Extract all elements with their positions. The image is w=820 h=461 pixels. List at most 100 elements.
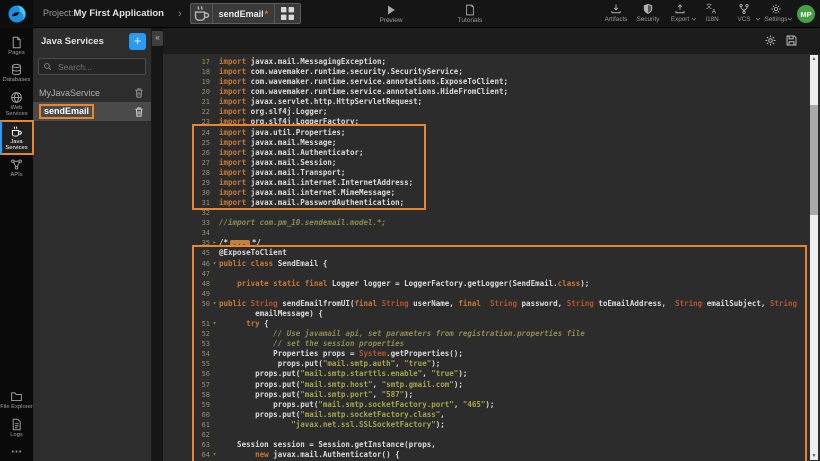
fold-marker-icon[interactable]: ▾: [210, 299, 219, 309]
search-input[interactable]: [56, 61, 141, 73]
panel-title: Java Services: [41, 36, 129, 47]
code-line[interactable]: 17import javax.mail.MessagingException;: [163, 57, 820, 67]
code-line[interactable]: 56 props.put("mail.smtp.starttls.enable"…: [163, 369, 820, 379]
code-text: import org.slf4j.Logger;: [219, 107, 327, 117]
code-line[interactable]: 22import org.slf4j.Logger;: [163, 107, 820, 117]
add-service-button[interactable]: +: [129, 33, 146, 50]
fold-marker-icon[interactable]: ▸: [210, 238, 219, 248]
code-line[interactable]: 55 props.put("mail.smtp.auth", "true");: [163, 359, 820, 369]
line-number: 34: [163, 228, 210, 238]
menu-settings-button[interactable]: Settings: [760, 3, 792, 23]
rail-item-java-services[interactable]: Java Services: [0, 121, 33, 155]
code-line[interactable]: 64▾ new javax.mail.Authenticator() {: [163, 450, 820, 460]
tab-sendemail[interactable]: sendEmail*: [190, 3, 302, 24]
service-name: MyJavaService: [39, 88, 133, 98]
code-line[interactable]: 20import com.wavemaker.runtime.service.a…: [163, 87, 820, 97]
code-line[interactable]: 53 // set the session properties: [163, 339, 820, 349]
code-line[interactable]: 25import javax.mail.Message;: [163, 138, 820, 148]
code-line[interactable]: 58 props.put("mail.smtp.port", "587");: [163, 390, 820, 400]
vcs-icon: [738, 3, 750, 15]
fold-marker-icon[interactable]: ▾: [210, 319, 219, 329]
code-line[interactable]: 31import javax.mail.PasswordAuthenticati…: [163, 198, 820, 208]
code-line[interactable]: 52 // Use javamail api, set parameters f…: [163, 329, 820, 339]
code-line[interactable]: 61 "javax.net.ssl.SSLSocketFactory");: [163, 420, 820, 430]
code-line[interactable]: 18import com.wavemaker.runtime.security.…: [163, 67, 820, 77]
fold-slot: [210, 117, 219, 127]
code-line[interactable]: 63 Session session = Session.getInstance…: [163, 440, 820, 450]
code-line[interactable]: 30import javax.mail.internet.MimeMessage…: [163, 188, 820, 198]
code-line[interactable]: 23import org.slf4j.LoggerFactory;: [163, 117, 820, 127]
code-line[interactable]: 19import com.wavemaker.runtime.service.a…: [163, 77, 820, 87]
code-line[interactable]: 48 private static final Logger logger = …: [163, 279, 820, 289]
editor-settings-icon[interactable]: [764, 34, 777, 47]
panel-collapse-button[interactable]: «: [152, 31, 163, 46]
code-text: import java.util.Properties;: [219, 128, 345, 138]
code-line[interactable]: 29import javax.mail.internet.InternetAdd…: [163, 178, 820, 188]
code-line[interactable]: 26import javax.mail.Authenticator;: [163, 148, 820, 158]
scrollbar-thumb[interactable]: [810, 105, 818, 215]
preview-button[interactable]: Preview: [367, 4, 415, 24]
service-search[interactable]: [38, 58, 146, 75]
code-area[interactable]: 17import javax.mail.MessagingException;1…: [163, 54, 820, 461]
code-line[interactable]: 35▸/*...*/: [163, 238, 820, 248]
rail-item-file-explorer[interactable]: File Explorer: [0, 386, 33, 413]
code-line[interactable]: 24import java.util.Properties;: [163, 128, 820, 138]
rail-item-pages[interactable]: Pages: [0, 32, 33, 59]
menu-export-button[interactable]: Export: [664, 3, 696, 23]
line-number: 26: [163, 148, 210, 158]
service-item-sendemail[interactable]: sendEmail: [33, 102, 151, 121]
service-item-myjavaservice[interactable]: MyJavaService: [33, 83, 151, 102]
tutorials-button[interactable]: Tutorials: [446, 4, 494, 24]
rail-item-apis[interactable]: APIs: [0, 154, 33, 181]
rail-item-label: File Explorer: [0, 404, 33, 410]
project-breadcrumb[interactable]: Project:My First Application: [43, 8, 164, 19]
rail-item-more[interactable]: [0, 441, 33, 461]
java-icon: [10, 125, 23, 138]
save-icon[interactable]: [785, 34, 798, 47]
grid-icon[interactable]: [274, 4, 300, 23]
code-line[interactable]: 28import javax.mail.Transport;: [163, 168, 820, 178]
menu-i18n-button[interactable]: 文AI18N: [696, 3, 728, 23]
delete-service-icon[interactable]: [133, 87, 145, 99]
folded-region-badge[interactable]: ...: [230, 240, 250, 247]
code-line[interactable]: 57 props.put("mail.smtp.host", "smtp.gma…: [163, 380, 820, 390]
code-line[interactable]: 47: [163, 269, 820, 279]
code-line[interactable]: 51▾ try {: [163, 319, 820, 329]
code-line[interactable]: 32: [163, 208, 820, 218]
fold-slot: [210, 269, 219, 279]
code-line[interactable]: 62: [163, 430, 820, 440]
line-number: 57: [163, 380, 210, 390]
fold-marker-icon[interactable]: ▾: [210, 259, 219, 269]
code-line[interactable]: 27import javax.mail.Session;: [163, 158, 820, 168]
menu-artifacts-button[interactable]: Artifacts: [600, 3, 632, 23]
code-line[interactable]: 34: [163, 228, 820, 238]
rail-item-web-services[interactable]: Web Services: [0, 87, 33, 121]
fold-slot: [210, 87, 219, 97]
line-number: 55: [163, 359, 210, 369]
scroll-up-arrow[interactable]: ▲: [810, 55, 818, 63]
line-number: 17: [163, 57, 210, 67]
code-line[interactable]: 59 props.put("mail.smtp.socketFactory.po…: [163, 400, 820, 410]
fold-marker-icon[interactable]: ▾: [210, 450, 219, 460]
user-avatar[interactable]: MP: [797, 5, 815, 23]
fold-slot: [210, 309, 219, 319]
code-line[interactable]: 33//import com.pm_10.sendemail.model.*;: [163, 218, 820, 228]
code-text: import javax.mail.Transport;: [219, 168, 345, 178]
wavemaker-studio-window: Project:My First Application › sendEmail…: [0, 0, 820, 461]
menu-security-button[interactable]: Security: [632, 3, 664, 23]
code-line[interactable]: 54 Properties props = System.getProperti…: [163, 349, 820, 359]
rail-item-databases[interactable]: Databases: [0, 59, 33, 86]
menu-vcs-button[interactable]: VCS: [728, 3, 760, 23]
code-line[interactable]: 46▾public class SendEmail {: [163, 259, 820, 269]
code-line[interactable]: emailMessage) {: [163, 309, 820, 319]
delete-service-icon[interactable]: [133, 106, 145, 118]
editor-scrollbar[interactable]: ▲ ▼: [810, 55, 818, 460]
code-line[interactable]: 49: [163, 289, 820, 299]
code-line[interactable]: 60 props.put("mail.smtp.socketFactory.cl…: [163, 410, 820, 420]
code-line[interactable]: 21import javax.servlet.http.HttpServletR…: [163, 97, 820, 107]
code-line[interactable]: 45@ExposeToClient: [163, 248, 820, 258]
wavemaker-logo[interactable]: [0, 0, 33, 28]
code-line[interactable]: 50▾public String sendEmailfromUI(final S…: [163, 299, 820, 309]
scroll-down-arrow[interactable]: ▼: [810, 452, 818, 460]
rail-item-logs[interactable]: Logs: [0, 414, 33, 441]
